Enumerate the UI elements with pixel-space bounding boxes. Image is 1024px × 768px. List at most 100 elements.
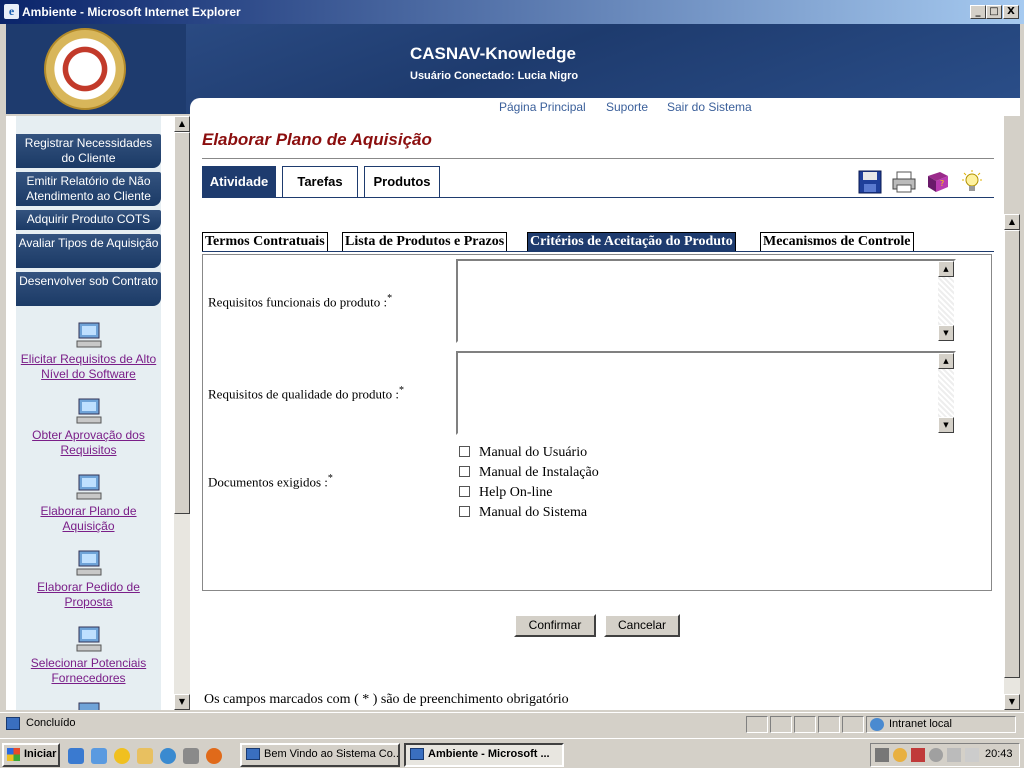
activity-item: Elaborar Plano de Aquisição	[16, 472, 161, 534]
close-button[interactable]: X	[1003, 5, 1019, 19]
scroll-up-icon[interactable]: ▲	[938, 353, 954, 369]
task-button-bem-vindo[interactable]: Bem Vindo ao Sistema Co...	[240, 743, 400, 767]
quicklaunch-app-icon[interactable]	[183, 748, 199, 764]
status-bar: Concluído Intranet local	[0, 712, 1024, 734]
scroll-down-icon[interactable]: ▼	[174, 694, 190, 710]
activity-item: Elicitar Requisitos de Alto Nível do Sof…	[16, 320, 161, 382]
quicklaunch-firefox-icon[interactable]	[206, 748, 222, 764]
main-content: Elaborar Plano de Aquisição Atividade Ta…	[190, 116, 1004, 710]
subtab-criterios-aceitacao[interactable]: Critérios de Aceitação do Produto	[527, 232, 736, 252]
window-title: Ambiente - Microsoft Internet Explorer	[22, 5, 241, 19]
nav-link-logout[interactable]: Sair do Sistema	[667, 100, 752, 114]
window-icon	[246, 748, 260, 760]
checkbox[interactable]	[459, 446, 470, 457]
taskbar: Iniciar Bem Vindo ao Sistema Co... Ambie…	[0, 738, 1024, 768]
sidebar-button-desenvolver[interactable]: Desenvolver sob Contrato	[16, 272, 161, 306]
page-icon	[6, 717, 20, 730]
app-title: CASNAV-Knowledge	[410, 44, 576, 63]
scroll-thumb[interactable]	[1004, 230, 1020, 678]
scroll-down-icon[interactable]: ▼	[938, 417, 954, 433]
quicklaunch-ie-icon[interactable]	[68, 748, 84, 764]
computer-icon	[76, 398, 101, 424]
checkbox[interactable]	[459, 506, 470, 517]
clock: 20:43	[985, 748, 1013, 760]
confirm-button[interactable]: Confirmar	[514, 614, 596, 637]
window-icon	[410, 748, 424, 760]
print-icon[interactable]	[892, 170, 916, 194]
functional-requirements-label: Requisitos funcionais do produto :*	[208, 293, 393, 310]
computer-icon	[76, 322, 101, 348]
nav-link-home[interactable]: Página Principal	[499, 100, 586, 114]
checkbox[interactable]	[459, 466, 470, 477]
activity-item: Obter Aprovação dos Requisitos	[16, 396, 161, 458]
tray-icon[interactable]	[929, 748, 943, 762]
sidebar-scrollbar[interactable]: ▲ ▼	[174, 116, 190, 710]
scroll-down-icon[interactable]: ▼	[1004, 694, 1020, 710]
tab-produtos[interactable]: Produtos	[364, 166, 440, 198]
scroll-thumb[interactable]	[174, 132, 190, 514]
top-navigation: Página Principal Suporte Sair do Sistema	[190, 98, 1020, 116]
documents-label: Documentos exigidos :*	[208, 473, 333, 490]
quicklaunch-explorer-icon[interactable]	[91, 748, 107, 764]
activity-link-elicitar[interactable]: Elicitar Requisitos de Alto Nível do Sof…	[16, 352, 161, 382]
quicklaunch-media-icon[interactable]	[114, 748, 130, 764]
sidebar: Registrar Necessidades do Cliente Emitir…	[6, 116, 174, 710]
sidebar-button-avaliar-tipos[interactable]: Avaliar Tipos de Aquisição	[16, 234, 161, 268]
start-button[interactable]: Iniciar	[2, 743, 60, 767]
intranet-icon	[870, 718, 884, 731]
activity-item: Selecionar Potenciais Fornecedores	[16, 624, 161, 686]
checkbox[interactable]	[459, 486, 470, 497]
checkbox-help-online[interactable]: Help On-line	[459, 485, 552, 501]
quicklaunch-network-icon[interactable]	[160, 748, 176, 764]
computer-icon	[78, 702, 99, 710]
required-fields-note: Os campos marcados com ( * ) são de pree…	[204, 692, 569, 707]
checkbox-manual-instalacao[interactable]: Manual de Instalação	[459, 465, 599, 481]
sidebar-button-adquirir-cots[interactable]: Adquirir Produto COTS	[16, 210, 161, 230]
checkbox-manual-usuario[interactable]: Manual do Usuário	[459, 445, 587, 461]
activity-item	[16, 700, 161, 710]
zone-panel: Intranet local	[866, 716, 1016, 733]
activity-link-elaborar-plano[interactable]: Elaborar Plano de Aquisição	[16, 504, 161, 534]
tab-tarefas[interactable]: Tarefas	[282, 166, 358, 198]
computer-icon	[76, 550, 101, 576]
computer-icon	[76, 474, 101, 500]
save-icon[interactable]	[858, 170, 882, 194]
help-book-icon[interactable]: ?	[926, 170, 950, 194]
nav-link-support[interactable]: Suporte	[606, 100, 648, 114]
criteria-form: Requisitos funcionais do produto :* ▲ ▼ …	[202, 254, 992, 591]
functional-requirements-input[interactable]: ▲ ▼	[456, 259, 956, 343]
tray-icon[interactable]	[875, 748, 889, 762]
system-tray: 20:43	[870, 743, 1020, 767]
casnav-logo	[44, 28, 126, 110]
lightbulb-icon[interactable]	[960, 170, 984, 194]
subtab-lista-produtos[interactable]: Lista de Produtos e Prazos	[342, 232, 508, 252]
quicklaunch-folder-icon[interactable]	[137, 748, 153, 764]
window-title-bar[interactable]: e Ambiente - Microsoft Internet Explorer…	[0, 0, 1024, 24]
volume-icon[interactable]	[965, 748, 979, 762]
task-button-ambiente[interactable]: Ambiente - Microsoft ...	[404, 743, 564, 767]
main-scrollbar[interactable]: ▲ ▼	[1004, 214, 1020, 710]
connected-user: Usuário Conectado: Lucia Nigro	[410, 70, 579, 82]
subtab-termos-contratuais[interactable]: Termos Contratuais	[202, 232, 328, 252]
quality-requirements-input[interactable]: ▲ ▼	[456, 351, 956, 435]
tab-atividade[interactable]: Atividade	[202, 166, 276, 198]
sidebar-button-emitir-relatorio[interactable]: Emitir Relatório de Não Atendimento ao C…	[16, 172, 161, 206]
activity-link-obter-aprovacao[interactable]: Obter Aprovação dos Requisitos	[16, 428, 161, 458]
activity-link-elaborar-pedido[interactable]: Elaborar Pedido de Proposta	[16, 580, 161, 610]
scroll-up-icon[interactable]: ▲	[174, 116, 190, 132]
maximize-button[interactable]: □	[986, 5, 1002, 19]
scroll-down-icon[interactable]: ▼	[938, 325, 954, 341]
tray-icon[interactable]	[911, 748, 925, 762]
status-text: Concluído	[26, 717, 76, 729]
ie-icon: e	[4, 4, 19, 19]
sidebar-button-registrar[interactable]: Registrar Necessidades do Cliente	[16, 134, 161, 168]
scroll-up-icon[interactable]: ▲	[938, 261, 954, 277]
minimize-button[interactable]: _	[970, 5, 986, 19]
subtab-mecanismos-controle[interactable]: Mecanismos de Controle	[760, 232, 914, 252]
scroll-up-icon[interactable]: ▲	[1004, 214, 1020, 230]
checkbox-manual-sistema[interactable]: Manual do Sistema	[459, 505, 587, 521]
tray-icon[interactable]	[947, 748, 961, 762]
tray-icon[interactable]	[893, 748, 907, 762]
activity-link-selecionar-fornecedores[interactable]: Selecionar Potenciais Fornecedores	[16, 656, 161, 686]
cancel-button[interactable]: Cancelar	[604, 614, 680, 637]
